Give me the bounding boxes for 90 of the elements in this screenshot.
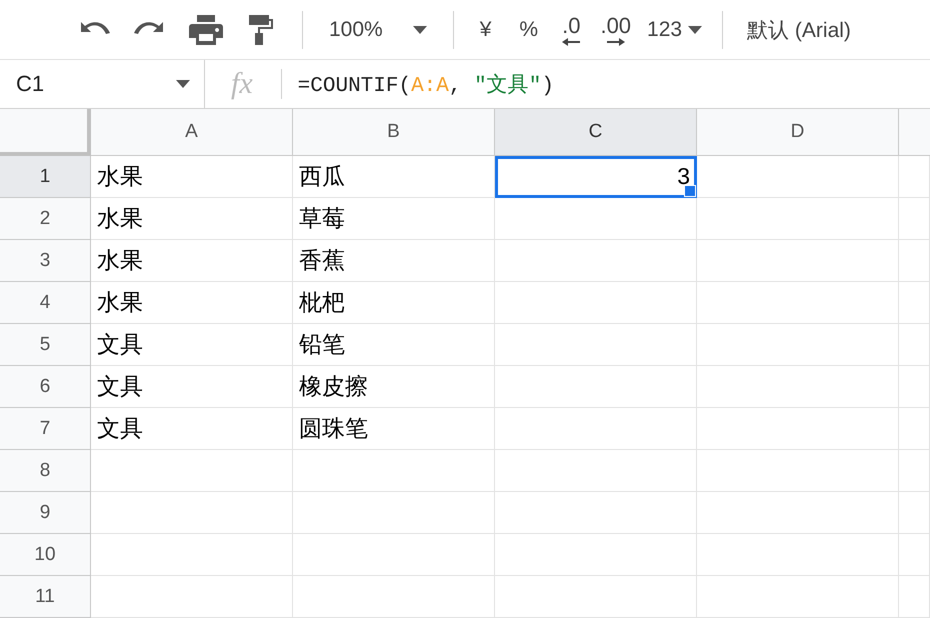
formula-field[interactable]: =COUNTIF(A:A, "文具") [282,70,554,98]
fill-handle[interactable] [684,185,696,197]
left-arrow-icon [562,38,580,46]
table-cell[interactable]: 枇杷 [293,282,495,324]
table-cell[interactable] [91,534,293,576]
table-cell[interactable]: 草莓 [293,198,495,240]
table-cell[interactable] [91,576,293,618]
table-cell[interactable] [293,492,495,534]
row-header[interactable]: 11 [0,576,91,618]
table-cell[interactable] [697,450,899,492]
table-cell[interactable] [697,240,899,282]
table-cell[interactable] [495,450,697,492]
row-header[interactable]: 7 [0,408,91,450]
column-header[interactable]: D [697,109,899,156]
printer-icon [189,14,223,44]
table-cell[interactable]: 3 [495,156,697,198]
table-cell[interactable] [495,240,697,282]
table-cell[interactable] [697,408,899,450]
table-cell[interactable]: 文具 [91,366,293,408]
table-cell[interactable] [293,576,495,618]
zoom-dropdown[interactable]: 100% [315,10,441,50]
table-cell[interactable] [697,324,899,366]
table-cell[interactable] [899,534,930,576]
paint-roller-icon [249,14,275,44]
table-cell[interactable] [495,492,697,534]
function-label: fx [205,69,282,99]
column-header[interactable]: B [293,109,495,156]
table-cell[interactable] [899,576,930,618]
table-cell[interactable] [91,450,293,492]
table-cell[interactable] [697,534,899,576]
table-cell[interactable]: 水果 [91,198,293,240]
column-header[interactable] [899,109,930,156]
table-cell[interactable] [495,408,697,450]
table-cell[interactable] [697,366,899,408]
table-cell[interactable] [899,240,930,282]
table-cell[interactable] [899,408,930,450]
table-cell[interactable] [899,450,930,492]
table-cell[interactable]: 橡皮擦 [293,366,495,408]
table-cell[interactable] [495,366,697,408]
row-header[interactable]: 4 [0,282,91,324]
table-cell[interactable] [293,450,495,492]
table-cell[interactable] [899,492,930,534]
table-cell[interactable] [899,282,930,324]
table-cell[interactable]: 水果 [91,240,293,282]
percent-button[interactable]: % [505,10,552,50]
table-cell[interactable]: 圆珠笔 [293,408,495,450]
cell-reference: C1 [16,71,44,97]
table-cell[interactable] [91,492,293,534]
decrease-decimal-button[interactable]: .0 [552,8,590,52]
table-cell[interactable] [697,282,899,324]
table-cell[interactable]: 文具 [91,324,293,366]
table-cell[interactable] [495,576,697,618]
table-cell[interactable]: 水果 [91,282,293,324]
row-header[interactable]: 9 [0,492,91,534]
row-header[interactable]: 3 [0,240,91,282]
increase-decimal-button[interactable]: .00 [590,8,642,52]
table-cell[interactable] [899,366,930,408]
table-cell[interactable]: 西瓜 [293,156,495,198]
currency-button[interactable]: ¥ [466,10,506,50]
table-cell[interactable] [899,324,930,366]
table-cell[interactable] [495,198,697,240]
table-cell[interactable] [899,198,930,240]
row-header[interactable]: 10 [0,534,91,576]
table-cell[interactable]: 文具 [91,408,293,450]
table-cell[interactable] [697,576,899,618]
caret-icon [688,26,702,34]
column-header[interactable]: C [495,109,697,156]
table-cell[interactable] [293,534,495,576]
table-cell[interactable] [697,156,899,198]
column-header[interactable]: A [91,109,293,156]
table-cell[interactable] [495,324,697,366]
row-header[interactable]: 2 [0,198,91,240]
caret-icon [412,26,427,34]
table-cell[interactable] [495,534,697,576]
number-format-dropdown[interactable]: 123 [641,10,708,50]
table-cell[interactable]: 水果 [91,156,293,198]
select-all-corner[interactable] [0,109,91,156]
font-dropdown[interactable]: 默认 (Arial) [743,10,855,50]
row-header[interactable]: 8 [0,450,91,492]
table-cell[interactable] [697,492,899,534]
table-cell[interactable]: 铅笔 [293,324,495,366]
right-arrow-icon [606,38,625,46]
caret-icon [176,80,190,88]
table-cell[interactable]: 香蕉 [293,240,495,282]
table-cell[interactable] [495,282,697,324]
table-cell[interactable] [697,198,899,240]
row-header[interactable]: 6 [0,366,91,408]
row-header[interactable]: 1 [0,156,91,198]
row-header[interactable]: 5 [0,324,91,366]
table-cell[interactable] [899,156,930,198]
